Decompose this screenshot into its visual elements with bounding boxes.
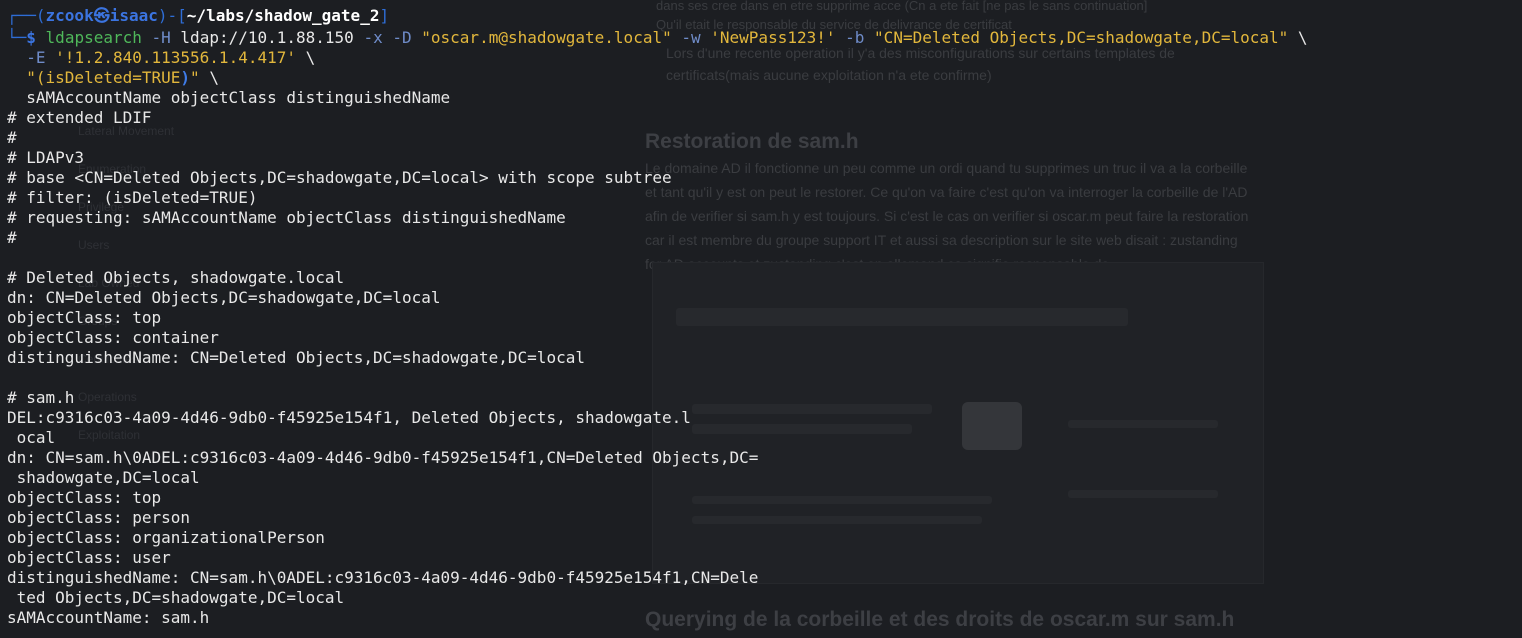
prompt-user: zcook (45, 6, 94, 25)
output-line: dn: CN=Deleted Objects,DC=shadowgate,DC=… (7, 288, 441, 307)
command-string: '!1.2.840.113556.1.4.417' (55, 48, 296, 67)
prompt-line: ┌──(zcook㉿isaac)-[~/labs/shadow_gate_2] (7, 6, 389, 26)
output-line: # base <CN=Deleted Objects,DC=shadowgate… (7, 168, 672, 187)
command-line[interactable]: └─$ ldapsearch -H ldap://10.1.88.150 -x … (7, 28, 1308, 48)
output-line: # (7, 128, 17, 147)
prompt-at-symbol: ㉿ (93, 6, 110, 25)
output-line: objectClass: organizationalPerson (7, 528, 325, 547)
command-line-continued: "(isDeleted=TRUE)" \ (7, 68, 219, 88)
command-option: -w (681, 28, 701, 47)
command-filter: isDeleted=TRUE (45, 68, 181, 87)
output-line: # filter: (isDeleted=TRUE) (7, 188, 258, 207)
command-string: "oscar.m@shadowgate.local" (421, 28, 672, 47)
prompt-separator: )-[ (157, 6, 187, 25)
output-line: objectClass: user (7, 548, 171, 567)
output-line: dn: CN=sam.h\0ADEL:c9316c03-4a09-4d46-9d… (7, 448, 759, 467)
output-line: # sam.h (7, 388, 75, 407)
command-string: "( (26, 68, 46, 87)
output-line: # extended LDIF (7, 108, 152, 127)
output-line: distinguishedName: CN=Deleted Objects,DC… (7, 348, 585, 367)
command-option: -x (363, 28, 383, 47)
output-line: objectClass: top (7, 488, 162, 507)
command-arg: ldap://10.1.88.150 (180, 28, 354, 47)
output-line: DEL:c9316c03-4a09-4d46-9db0-f45925e154f1… (7, 408, 691, 427)
output-line: sAMAccountName: sam.h (7, 608, 210, 627)
command-option: -E (26, 48, 46, 67)
prompt-corner-bottom: └─ (7, 28, 27, 47)
prompt-close-bracket: ] (379, 6, 390, 25)
line-continuation: \ (209, 68, 219, 87)
output-line: ocal (7, 428, 56, 447)
output-line: # (7, 228, 17, 247)
terminal-window[interactable]: ┌──(zcook㉿isaac)-[~/labs/shadow_gate_2] … (0, 0, 1522, 638)
prompt-dollar: $ (26, 28, 36, 47)
line-continuation: \ (1297, 28, 1308, 47)
output-line: objectClass: person (7, 508, 191, 527)
output-line: # Deleted Objects, shadowgate.local (7, 268, 345, 287)
prompt-corner: ┌──( (7, 6, 46, 25)
output-line: objectClass: container (7, 328, 219, 347)
prompt-host: isaac (109, 6, 158, 25)
command-attributes: sAMAccountName objectClass distinguished… (26, 88, 451, 107)
command-option: -b (845, 28, 865, 47)
line-continuation: \ (305, 48, 316, 67)
command-string: 'NewPass123!' (710, 28, 836, 47)
command-string: "CN=Deleted Objects,DC=shadowgate,DC=loc… (874, 28, 1289, 47)
prompt-path: ~/labs/shadow_gate_2 (186, 6, 380, 25)
output-line: objectClass: top (7, 308, 162, 327)
command-line-continued: sAMAccountName objectClass distinguished… (7, 88, 450, 108)
output-line: ted Objects,DC=shadowgate,DC=local (7, 588, 345, 607)
output-line: # LDAPv3 (7, 148, 85, 167)
output-line: distinguishedName: CN=sam.h\0ADEL:c9316c… (7, 568, 759, 587)
command-option: -D (392, 28, 412, 47)
command-string: " (190, 68, 200, 87)
command-option: -H (151, 28, 171, 47)
command-line-continued: -E '!1.2.840.113556.1.4.417' \ (7, 48, 315, 68)
command-filter-bracket: ) (180, 68, 191, 87)
output-line: shadowgate,DC=local (7, 468, 200, 487)
output-line: # requesting: sAMAccountName objectClass… (7, 208, 566, 227)
command-name: ldapsearch (45, 28, 142, 47)
